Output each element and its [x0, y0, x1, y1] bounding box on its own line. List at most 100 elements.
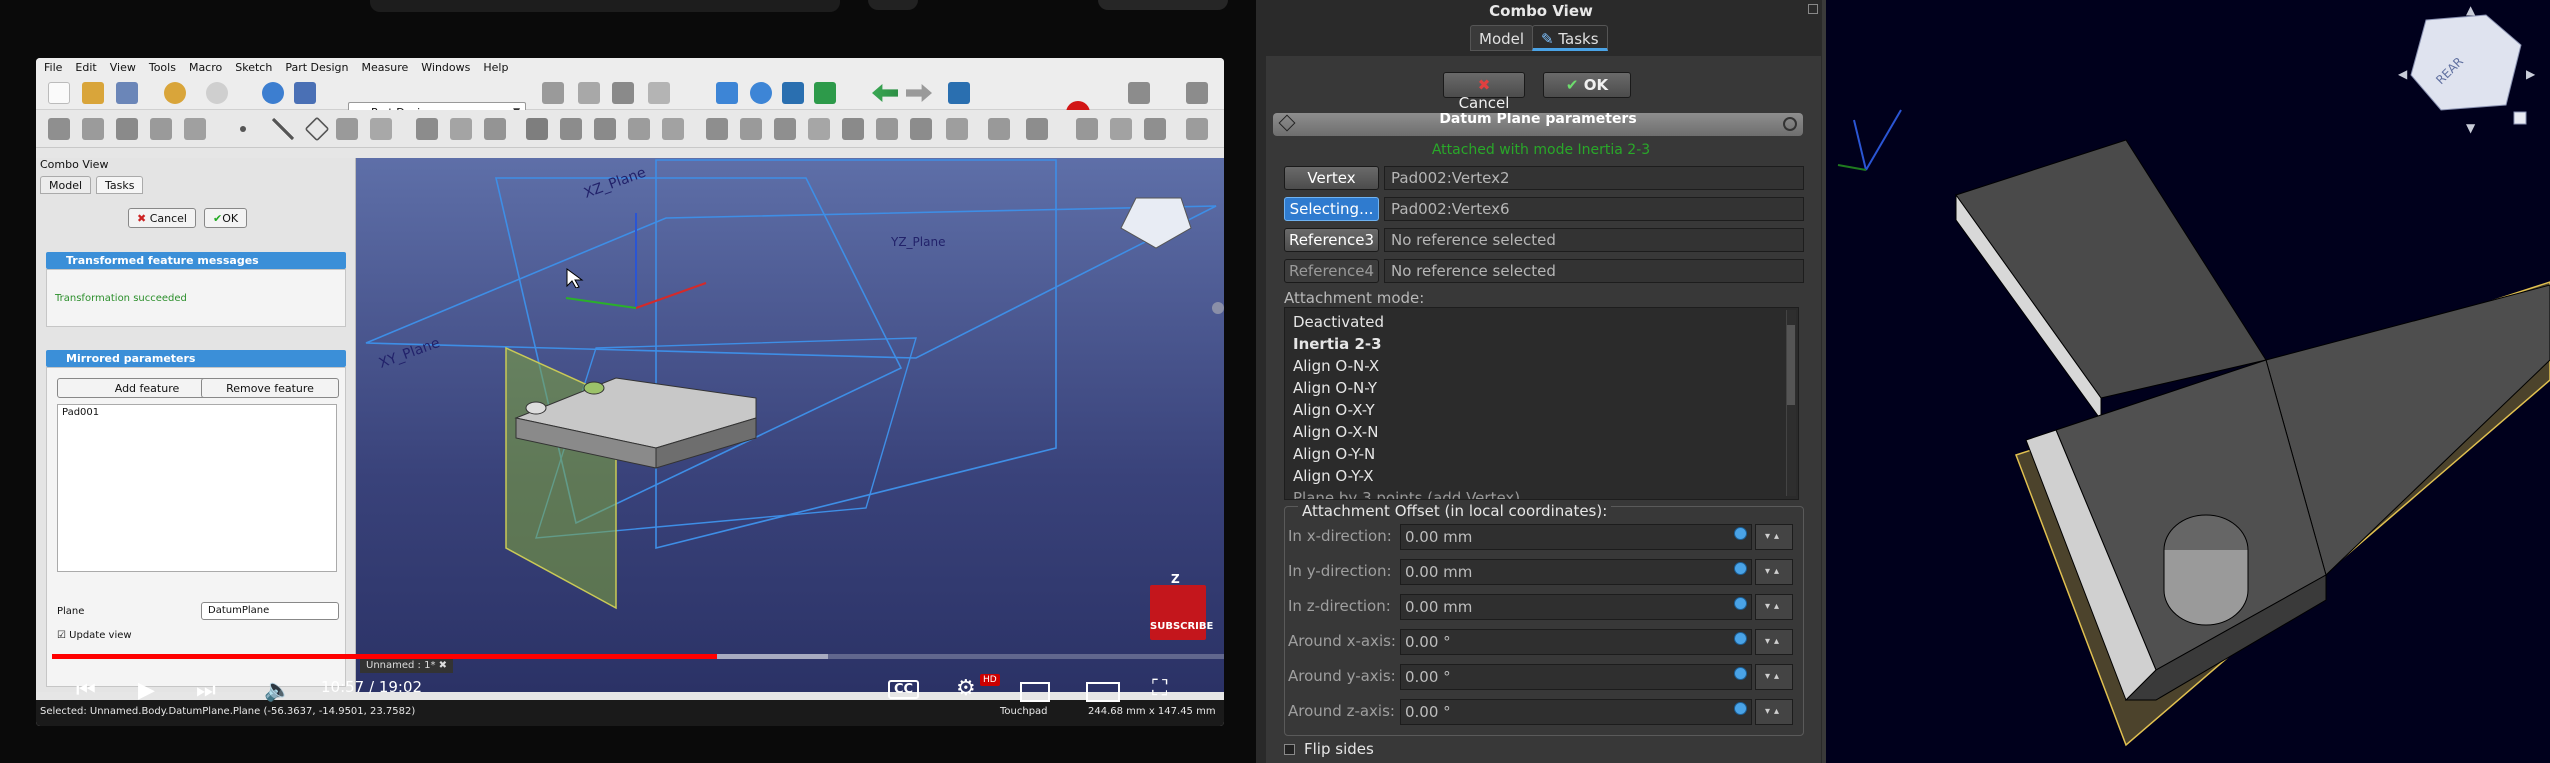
- reference1-field[interactable]: Pad002:Vertex2: [1384, 166, 1804, 190]
- inner-combo-view: Combo View Model Tasks ✖ Cancel ✔OK Tran…: [36, 158, 356, 692]
- subscribe-watermark[interactable]: SUBSCRIBE: [1150, 585, 1213, 640]
- expression-icon[interactable]: [1734, 562, 1747, 575]
- x-axis: [635, 282, 707, 309]
- combo-tabbar: Model ✎ Tasks: [1256, 25, 1826, 51]
- offset-x-spinner[interactable]: ▾▴: [1755, 524, 1793, 550]
- reference2-button[interactable]: Selecting...: [1284, 197, 1379, 221]
- redo-icon: [206, 82, 228, 104]
- captions-icon[interactable]: CC: [888, 680, 920, 699]
- open-folder-icon: [82, 82, 104, 104]
- offset-y-spinner[interactable]: ▾▴: [1755, 559, 1793, 585]
- attachment-mode-label: Attachment mode:: [1284, 289, 1425, 307]
- mode-item[interactable]: Deactivated: [1293, 313, 1384, 331]
- mode-item[interactable]: Align O-Y-N: [1293, 445, 1375, 463]
- video-player[interactable]: File Edit View Tools Macro Sketch Part D…: [0, 0, 1256, 763]
- reference3-button[interactable]: Reference3: [1284, 228, 1379, 252]
- fit-selection-icon: [750, 82, 772, 104]
- rot-z-spinner[interactable]: ▾▴: [1755, 699, 1793, 725]
- pad-hole-2: [583, 381, 605, 395]
- navcube-menu-icon[interactable]: [2513, 111, 2527, 125]
- ok-label: OK: [1583, 76, 1609, 94]
- rot-x-spinner[interactable]: ▾▴: [1755, 629, 1793, 655]
- rot-x-field[interactable]: 0.00 °: [1400, 629, 1752, 655]
- inner-toolbar-partdesign: [36, 110, 1224, 148]
- top-overlay-pill: [1098, 0, 1228, 10]
- menu-help: Help: [483, 60, 509, 74]
- body-icon: [48, 118, 70, 140]
- xy-plane-label: XY_Plane: [377, 335, 442, 372]
- navcube-right-arrow-icon[interactable]: ▶: [2526, 67, 2536, 81]
- undock-icon[interactable]: [1808, 4, 1818, 14]
- menu-view: View: [109, 60, 136, 74]
- navcube-down-arrow-icon[interactable]: ▼: [2466, 121, 2476, 135]
- reference4-button[interactable]: Reference4: [1284, 259, 1379, 283]
- datum-line-icon: [272, 118, 294, 140]
- part-icon: [542, 82, 564, 104]
- expression-icon[interactable]: [1734, 667, 1747, 680]
- mode-item[interactable]: Align O-X-N: [1293, 423, 1378, 441]
- navcube[interactable]: REAR ▲ ◀ ▶ ▼: [2398, 3, 2536, 135]
- expression-icon[interactable]: [1734, 632, 1747, 645]
- attachment-offset-title: Attachment Offset (in local coordinates)…: [1298, 502, 1612, 520]
- expression-icon[interactable]: [1734, 527, 1747, 540]
- mode-item-selected[interactable]: Inertia 2-3: [1293, 335, 1382, 353]
- forward-arrow-icon: [906, 84, 932, 102]
- group-icon: [578, 82, 600, 104]
- fullscreen-icon[interactable]: ⛶: [1152, 676, 1167, 701]
- reference3-field[interactable]: No reference selected: [1384, 228, 1804, 252]
- rot-z-field[interactable]: 0.00 °: [1400, 699, 1752, 725]
- mode-item[interactable]: Align O-X-Y: [1293, 401, 1375, 419]
- mode-list-scroll-thumb[interactable]: [1787, 325, 1795, 405]
- ok-button[interactable]: ✔ OK: [1543, 72, 1631, 98]
- 3d-view[interactable]: REAR ▲ ◀ ▶ ▼: [1826, 0, 2550, 763]
- reference1-button[interactable]: Vertex: [1284, 166, 1379, 190]
- offset-z-spinner[interactable]: ▾▴: [1755, 594, 1793, 620]
- save-icon: [116, 82, 138, 104]
- plane-select: DatumPlane: [201, 602, 339, 620]
- expression-icon[interactable]: [1734, 597, 1747, 610]
- y-axis: [565, 297, 637, 309]
- miniplayer-icon[interactable]: [1020, 682, 1050, 702]
- volume-icon[interactable]: 🔈: [264, 678, 291, 703]
- offset-z-field[interactable]: 0.00 mm: [1400, 594, 1752, 620]
- remove-feature-button: Remove feature: [201, 378, 339, 398]
- previous-icon[interactable]: ⏮: [76, 678, 96, 703]
- mode-item[interactable]: Align O-Y-X: [1293, 467, 1374, 485]
- mode-item[interactable]: Plane by 3 points (add Vertex): [1293, 489, 1520, 499]
- rot-y-field[interactable]: 0.00 °: [1400, 664, 1752, 690]
- theater-mode-icon[interactable]: [1086, 682, 1120, 702]
- rot-y-spinner[interactable]: ▾▴: [1755, 664, 1793, 690]
- next-icon[interactable]: ⏭: [196, 678, 216, 703]
- navcube-left-arrow-icon[interactable]: ◀: [2398, 67, 2408, 81]
- reference2-field[interactable]: Pad002:Vertex6: [1384, 197, 1804, 221]
- polar-pattern-icon: [910, 118, 932, 140]
- navcube-up-arrow-icon[interactable]: ▲: [2466, 3, 2476, 17]
- reference4-field[interactable]: No reference selected: [1384, 259, 1804, 283]
- offset-x-field[interactable]: 0.00 mm: [1400, 524, 1752, 550]
- mode-item[interactable]: Align O-N-Y: [1293, 379, 1377, 397]
- draft-icon: [774, 118, 796, 140]
- play-icon[interactable]: ▶: [138, 678, 155, 703]
- tab-tasks[interactable]: ✎ Tasks: [1532, 25, 1608, 51]
- tab-model[interactable]: Model: [1470, 25, 1534, 51]
- mirrored-icon: [842, 118, 864, 140]
- messages-header: Transformed feature messages: [46, 252, 346, 269]
- offset-y-field[interactable]: 0.00 mm: [1400, 559, 1752, 585]
- cancel-button[interactable]: ✖ Cancel: [1443, 72, 1525, 112]
- validate-sketch-icon: [116, 118, 138, 140]
- draw-style-icon: [782, 82, 804, 104]
- macro-run-icon: [1186, 82, 1208, 104]
- datum-plane-panel-header[interactable]: Datum Plane parameters: [1273, 113, 1803, 136]
- subtractive-loft-icon: [628, 118, 650, 140]
- tab-tasks-label: Tasks: [1558, 30, 1599, 48]
- collapse-icon[interactable]: [1783, 117, 1797, 131]
- flip-sides-checkbox[interactable]: [1284, 744, 1295, 755]
- attachment-mode-list[interactable]: Deactivated Inertia 2-3 Align O-N-X Alig…: [1284, 307, 1799, 500]
- mode-item[interactable]: Align O-N-X: [1293, 357, 1379, 375]
- shaft-wizard-icon: [1144, 118, 1166, 140]
- subtractive-pipe-icon: [662, 118, 684, 140]
- shape-binder-icon: [150, 118, 172, 140]
- expression-icon[interactable]: [1734, 702, 1747, 715]
- cancel-x-icon: ✖: [137, 212, 147, 225]
- settings-gear-icon[interactable]: ⚙: [956, 676, 976, 701]
